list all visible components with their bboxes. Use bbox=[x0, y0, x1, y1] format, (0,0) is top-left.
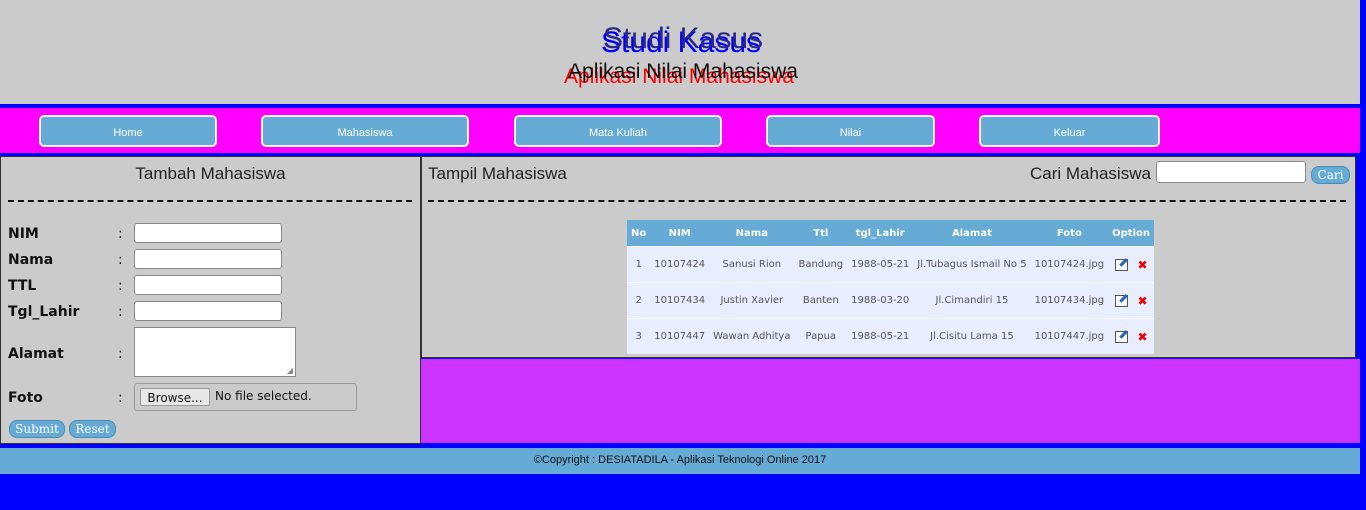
nav-mahasiswa[interactable]: Mahasiswa bbox=[261, 115, 469, 147]
nav-keluar[interactable]: Keluar bbox=[979, 115, 1160, 147]
tgl-lahir-label: Tgl_Lahir bbox=[8, 304, 80, 320]
foto-label: Foto bbox=[8, 390, 43, 406]
nama-label: Nama bbox=[8, 252, 54, 268]
ttl-label: TTL bbox=[8, 278, 37, 294]
foto-file-input[interactable]: Browse... No file selected. bbox=[134, 383, 357, 411]
search-button[interactable]: Cari bbox=[1311, 166, 1350, 184]
browse-button[interactable]: Browse... bbox=[140, 388, 210, 406]
cell-tgl-lahir: 1988-05-21 bbox=[847, 246, 914, 283]
cell-alamat: Jl.Cisitu Lama 15 bbox=[913, 318, 1031, 354]
cell-ttl: Banten bbox=[794, 282, 848, 319]
student-table: No NIM Nama Ttl tgl_Lahir Alamat Foto Op… bbox=[627, 220, 1154, 354]
col-alamat: Alamat bbox=[913, 220, 1031, 247]
resize-grip-icon[interactable]: ◢ bbox=[287, 366, 293, 375]
delete-icon[interactable]: ✖ bbox=[1138, 330, 1148, 344]
edit-icon[interactable] bbox=[1114, 258, 1128, 271]
content-filler bbox=[421, 359, 1360, 443]
nim-label: NIM bbox=[8, 226, 39, 242]
cell-nama: Sanusi Rion bbox=[709, 246, 795, 283]
colon: : bbox=[118, 304, 123, 320]
alamat-textarea[interactable]: ◢ bbox=[134, 327, 296, 377]
navbar: Home Mahasiswa Mata Kuliah Nilai Keluar bbox=[0, 108, 1360, 153]
search-label: Cari Mahasiswa bbox=[1030, 164, 1151, 183]
cell-option: ✖ bbox=[1108, 318, 1154, 354]
col-nim: NIM bbox=[650, 220, 710, 247]
page-title-text: Studi Kasus bbox=[602, 22, 764, 55]
edit-icon[interactable] bbox=[1114, 330, 1128, 343]
cell-nama: Wawan Adhitya bbox=[709, 318, 795, 354]
page-subtitle-text: Aplikasi Nilai Mahasiswa bbox=[568, 60, 798, 83]
col-ttl: Ttl bbox=[794, 220, 848, 247]
reset-button[interactable]: Reset bbox=[69, 420, 116, 438]
page-subtitle: Aplikasi Nilai Mahasiswa Aplikasi Nilai … bbox=[564, 60, 798, 88]
cell-foto: 10107434.jpg bbox=[1030, 282, 1109, 319]
student-list-panel: Tampil Mahasiswa Cari Mahasiswa Cari No … bbox=[421, 156, 1356, 358]
cell-nim: 10107424 bbox=[650, 246, 710, 283]
cell-tgl-lahir: 1988-03-20 bbox=[847, 282, 914, 319]
cell-ttl: Bandung bbox=[794, 246, 848, 283]
file-status: No file selected. bbox=[215, 389, 312, 403]
footer: ©Copyright : DESIATADILA - Aplikasi Tekn… bbox=[0, 448, 1360, 474]
cell-nama: Justin Xavier bbox=[709, 282, 795, 319]
alamat-label: Alamat bbox=[8, 346, 64, 362]
edit-icon[interactable] bbox=[1114, 294, 1128, 307]
page-title: Studi Kasus Studi Kasus bbox=[601, 22, 764, 59]
col-nama: Nama bbox=[709, 220, 795, 247]
cell-option: ✖ bbox=[1108, 246, 1154, 283]
cell-tgl-lahir: 1988-05-21 bbox=[847, 318, 914, 354]
colon: : bbox=[118, 226, 123, 242]
delete-icon[interactable]: ✖ bbox=[1138, 258, 1148, 272]
add-student-panel: Tambah Mahasiswa NIM : Nama : TTL : Tgl_… bbox=[0, 156, 421, 444]
list-title: Tampil Mahasiswa bbox=[428, 164, 567, 183]
nav-home[interactable]: Home bbox=[39, 115, 217, 147]
cell-ttl: Papua bbox=[794, 318, 848, 354]
nav-nilai[interactable]: Nilai bbox=[766, 115, 935, 147]
colon: : bbox=[118, 278, 123, 294]
colon: : bbox=[118, 390, 123, 406]
col-option: Option bbox=[1108, 220, 1154, 247]
cell-option: ✖ bbox=[1108, 282, 1154, 319]
delete-icon[interactable]: ✖ bbox=[1138, 294, 1148, 308]
header: Studi Kasus Studi Kasus Aplikasi Nilai M… bbox=[0, 0, 1360, 104]
colon: : bbox=[118, 252, 123, 268]
tgl-lahir-input[interactable] bbox=[134, 301, 282, 321]
copyright-text: ©Copyright : DESIATADILA - Aplikasi Tekn… bbox=[533, 454, 827, 466]
table-header-row: No NIM Nama Ttl tgl_Lahir Alamat Foto Op… bbox=[627, 220, 1154, 247]
cell-no: 3 bbox=[627, 318, 651, 354]
form-title: Tambah Mahasiswa bbox=[135, 164, 286, 183]
cell-no: 1 bbox=[627, 246, 651, 283]
cell-nim: 10107434 bbox=[650, 282, 710, 319]
search-input[interactable] bbox=[1156, 161, 1306, 183]
table-row: 3 10107447 Wawan Adhitya Papua 1988-05-2… bbox=[627, 318, 1154, 354]
col-no: No bbox=[627, 220, 651, 247]
nama-input[interactable] bbox=[134, 249, 282, 269]
cell-alamat: Jl.Tubagus Ismail No 5 bbox=[913, 246, 1031, 283]
table-row: 2 10107434 Justin Xavier Banten 1988-03-… bbox=[627, 282, 1154, 319]
colon: : bbox=[118, 346, 123, 362]
cell-foto: 10107447.jpg bbox=[1030, 318, 1109, 354]
cell-alamat: Jl.Cimandiri 15 bbox=[913, 282, 1031, 319]
nim-input[interactable] bbox=[134, 223, 282, 243]
cell-foto: 10107424.jpg bbox=[1030, 246, 1109, 283]
col-tgl-lahir: tgl_Lahir bbox=[847, 220, 914, 247]
ttl-input[interactable] bbox=[134, 275, 282, 295]
cell-nim: 10107447 bbox=[650, 318, 710, 354]
divider bbox=[428, 200, 1346, 202]
cell-no: 2 bbox=[627, 282, 651, 319]
submit-button[interactable]: Submit bbox=[9, 420, 65, 438]
col-foto: Foto bbox=[1030, 220, 1109, 247]
nav-mata-kuliah[interactable]: Mata Kuliah bbox=[514, 115, 722, 147]
divider bbox=[8, 200, 412, 202]
table-row: 1 10107424 Sanusi Rion Bandung 1988-05-2… bbox=[627, 246, 1154, 283]
